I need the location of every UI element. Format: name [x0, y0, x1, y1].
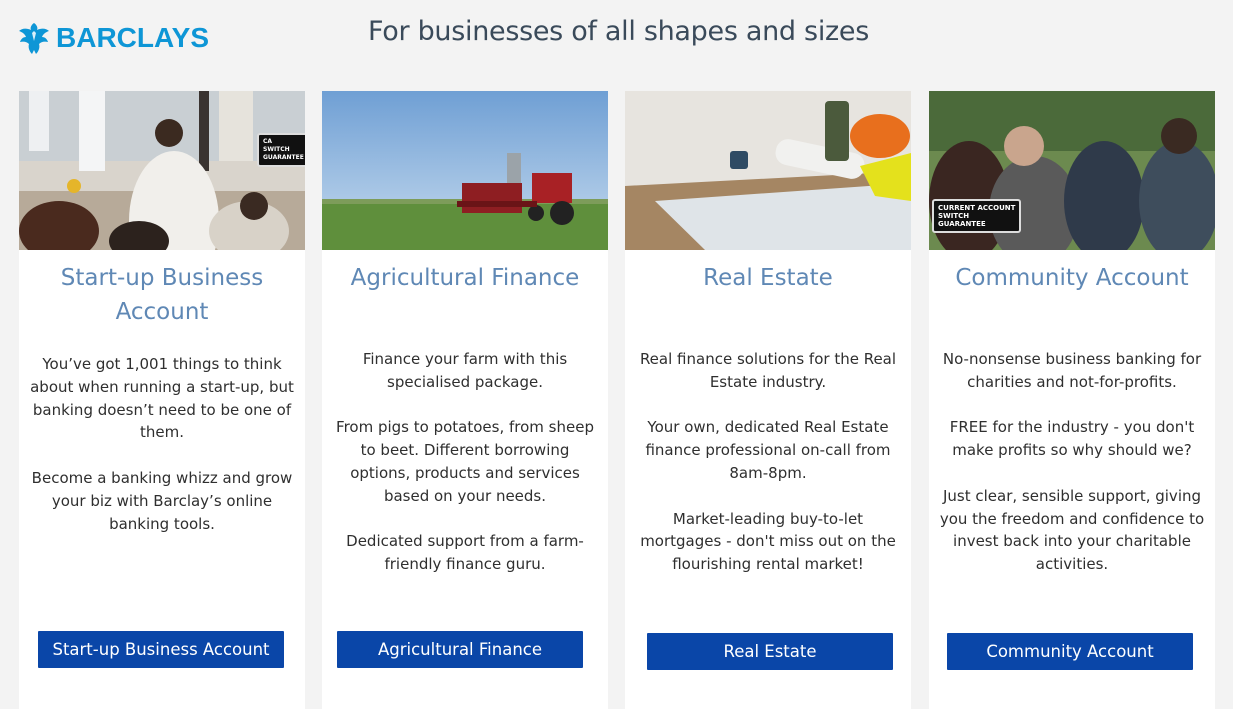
community-account-button[interactable]: Community Account	[947, 633, 1193, 670]
community-group-photo: CURRENT ACCOUNT SWITCH GUARANTEE	[929, 91, 1215, 250]
brand-name: BARCLAYS	[56, 22, 209, 53]
blueprints-desk-photo	[625, 91, 911, 250]
barclays-logo[interactable]: BARCLAYS	[18, 20, 209, 56]
card-description: You’ve got 1,001 things to think about w…	[30, 355, 294, 533]
card-description: No-nonsense business banking for chariti…	[939, 350, 1205, 574]
switch-guarantee-badge: CA SWITCH GUARANTEE	[257, 133, 305, 167]
page-headline: For businesses of all shapes and sizes	[368, 16, 869, 47]
card-startup: CA SWITCH GUARANTEE Start-up Business Acco…	[19, 91, 305, 709]
card-title: Agricultural Finance	[350, 265, 580, 291]
card-title: Start-up Business Account	[60, 265, 264, 325]
startup-account-button[interactable]: Start-up Business Account	[38, 631, 284, 668]
real-estate-button[interactable]: Real Estate	[647, 633, 893, 670]
card-description: Finance your farm with this specialised …	[336, 350, 594, 574]
tractor-field-photo	[322, 91, 608, 250]
card-title: Real Estate	[703, 265, 833, 291]
card-title: Community Account	[955, 265, 1189, 291]
agricultural-finance-button[interactable]: Agricultural Finance	[337, 631, 583, 668]
card-community: CURRENT ACCOUNT SWITCH GUARANTEE Community…	[929, 91, 1215, 709]
eagle-icon	[19, 23, 49, 54]
card-agricultural: Agricultural Finance Finance your farm w…	[322, 91, 608, 709]
startup-meeting-photo: CA SWITCH GUARANTEE	[19, 91, 305, 250]
card-real-estate: Real Estate Real finance solutions for t…	[625, 91, 911, 709]
switch-guarantee-badge: CURRENT ACCOUNT SWITCH GUARANTEE	[932, 199, 1022, 233]
card-description: Real finance solutions for the Real Esta…	[639, 350, 897, 574]
